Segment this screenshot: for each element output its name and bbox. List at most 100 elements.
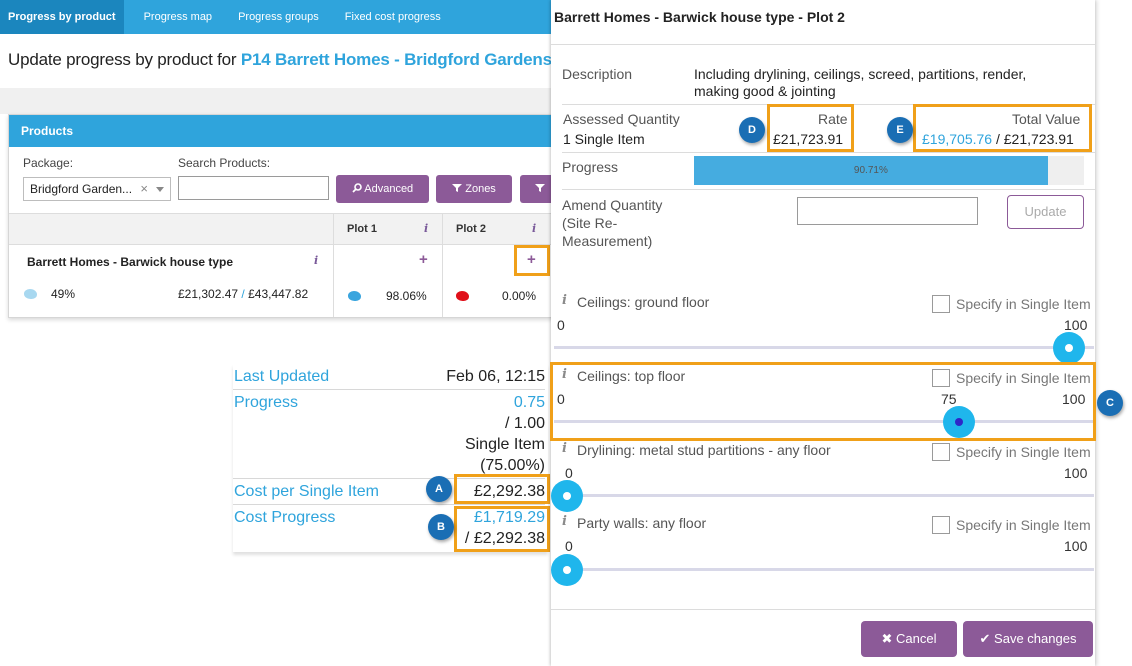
progress-blob-icon [348, 291, 361, 301]
highlight-ceilings-top-floor [550, 362, 1096, 441]
slider-handle[interactable] [551, 480, 583, 512]
progress-bar-fill: 90.71% [694, 156, 1048, 185]
assessed-quantity-value: 1 Single Item [563, 131, 645, 147]
divider [233, 504, 545, 505]
info-icon[interactable]: i [532, 222, 536, 235]
chevron-down-icon[interactable] [156, 187, 164, 192]
highlight-rate [767, 104, 854, 152]
component-name: Party walls: any floor [577, 515, 707, 531]
update-button[interactable]: Update [1007, 195, 1084, 229]
amend-quantity-label: Amend Quantity (Site Re-Measurement) [562, 197, 663, 249]
info-icon[interactable]: i [314, 254, 318, 267]
page-title: Update progress by product for P14 Barre… [8, 50, 585, 70]
cancel-button[interactable]: ✖ Cancel [861, 621, 957, 657]
divider [562, 152, 1095, 153]
progress-blob-icon [24, 289, 37, 299]
column-divider [333, 213, 334, 317]
specify-single-item-checkbox[interactable] [932, 295, 950, 313]
slider-max-label: 100 [1064, 538, 1088, 554]
zones-button-label: Zones [465, 183, 496, 195]
close-icon: ✖ [881, 631, 897, 646]
specify-single-item-checkbox[interactable] [932, 443, 950, 461]
callout-badge-c: C [1097, 390, 1123, 416]
highlight-cost-per-item [454, 474, 550, 504]
progress-unit: Single Item [464, 436, 545, 453]
info-icon[interactable]: i [562, 514, 567, 529]
tab-progress-groups[interactable]: Progress groups [225, 0, 332, 34]
slider-min-label: 0 [557, 317, 565, 333]
progress-bar: 90.71% [694, 156, 1084, 185]
package-select-value: Bridgford Garden... [30, 182, 133, 196]
specify-single-item-label: Specify in Single Item [956, 296, 1091, 312]
description-value: Including drylining, ceilings, screed, p… [694, 66, 1027, 99]
cancel-button-label: Cancel [896, 631, 937, 646]
cost-per-item-label: Cost per Single Item [234, 483, 379, 500]
slider-track[interactable] [554, 346, 1094, 349]
check-icon: ✔ [979, 631, 995, 646]
project-link[interactable]: P14 Barrett Homes - Bridgford Gardens - … [241, 50, 585, 69]
last-updated-value: Feb 06, 12:15 [446, 368, 545, 385]
product-row-name: Barrett Homes - Barwick house type [27, 255, 234, 269]
last-updated-label: Last Updated [234, 368, 330, 385]
page-title-prefix: Update progress by product for [8, 50, 241, 69]
tab-progress-by-product[interactable]: Progress by product [0, 0, 124, 34]
tab-progress-map[interactable]: Progress map [124, 0, 225, 34]
progress-label: Progress [234, 394, 299, 411]
column-header-plot-2: Plot 2 [456, 223, 486, 235]
slider-max-label: 100 [1064, 465, 1088, 481]
slider-track[interactable] [554, 568, 1094, 571]
slider-track[interactable] [554, 494, 1094, 497]
slider-min-label: 0 [565, 465, 573, 481]
divider [562, 189, 1095, 190]
progress-total: / 1.00 [504, 415, 545, 432]
close-icon[interactable]: × [140, 178, 148, 200]
progress-value: 0.75 [513, 394, 545, 411]
advanced-button-label: Advanced [364, 183, 414, 195]
search-products-input[interactable] [178, 176, 329, 200]
top-nav: Progress by product Progress map Progres… [0, 0, 560, 34]
cost-progress-label: Cost Progress [234, 509, 336, 526]
products-header: Products [9, 115, 559, 147]
specify-single-item-label: Specify in Single Item [956, 517, 1091, 533]
progress-label: Progress [562, 159, 619, 175]
product-value-total: £43,447.82 [248, 287, 309, 301]
grey-band [0, 88, 560, 114]
slider-handle-dot [563, 492, 571, 500]
plus-icon[interactable]: + [419, 251, 428, 268]
slider-handle-dot [563, 566, 571, 574]
package-select[interactable]: Bridgford Garden... × [23, 177, 171, 201]
info-icon[interactable]: i [562, 293, 567, 308]
product-value: £21,302.47 / £43,447.82 [178, 287, 308, 301]
component-name: Ceilings: ground floor [577, 294, 710, 310]
info-icon[interactable]: i [562, 441, 567, 456]
advanced-button[interactable]: Advanced [336, 175, 429, 203]
modal-title: Barrett Homes - Barwick house type - Plo… [554, 9, 845, 25]
callout-badge-a: A [426, 476, 452, 502]
specify-single-item-label: Specify in Single Item [956, 444, 1091, 460]
column-header-plot-1: Plot 1 [347, 223, 377, 235]
amend-quantity-input[interactable] [797, 197, 978, 225]
highlight-cost-progress [454, 506, 550, 552]
slider-handle[interactable] [1053, 332, 1085, 364]
slider-max-label: 100 [1064, 317, 1088, 333]
progress-blob-icon [456, 291, 469, 301]
plot-2-percent: 0.00% [502, 289, 537, 303]
tab-fixed-cost-progress[interactable]: Fixed cost progress [332, 0, 454, 34]
slider-handle-dot [1065, 344, 1073, 352]
package-label: Package: [23, 156, 74, 170]
progress-modal: Barrett Homes - Barwick house type - Plo… [551, 0, 1095, 666]
save-changes-button[interactable]: ✔ Save changes [963, 621, 1093, 657]
divider [551, 44, 1095, 45]
info-icon[interactable]: i [424, 222, 428, 235]
zones-button[interactable]: Zones [436, 175, 512, 203]
slider-handle[interactable] [551, 554, 583, 586]
product-percent: 49% [51, 287, 76, 301]
component-name: Drylining: metal stud partitions - any f… [577, 442, 831, 458]
slider-min-label: 0 [565, 538, 573, 554]
specify-single-item-checkbox[interactable] [932, 516, 950, 534]
progress-percent: (75.00%) [480, 457, 545, 474]
callout-badge-b: B [428, 514, 454, 540]
divider [233, 389, 545, 390]
save-changes-button-label: Save changes [994, 631, 1077, 646]
assessed-quantity-label: Assessed Quantity [563, 111, 680, 127]
